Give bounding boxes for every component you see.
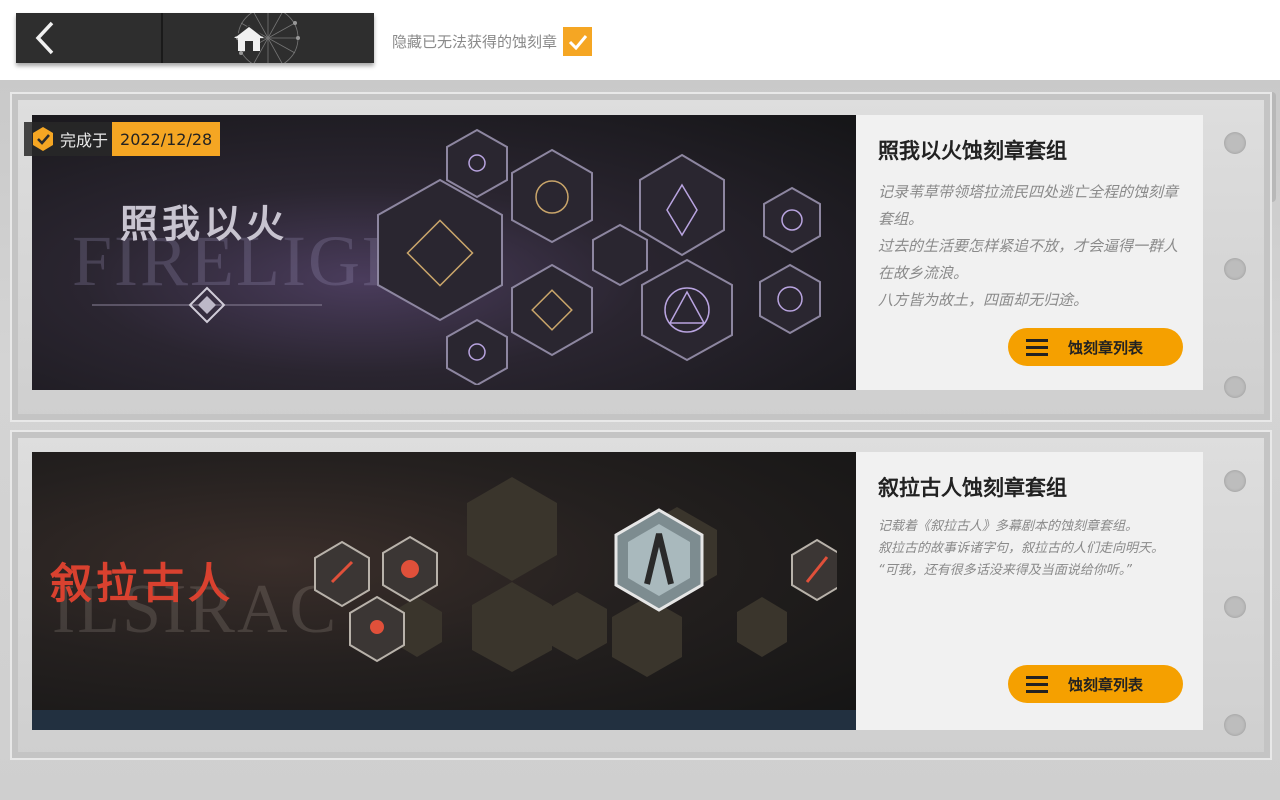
medal-set-info-partial xyxy=(856,710,1203,730)
list-icon xyxy=(1026,339,1048,356)
description-line: 过去的生活要怎样紧追不放，才会逼得一群人在故乡流浪。 xyxy=(878,237,1179,282)
description-line: 叙拉古的故事诉诸字句，叙拉古的人们走向明天。 xyxy=(878,541,1165,556)
medal-set-name: 照我以火蚀刻章套组 xyxy=(878,139,1067,163)
medal-set-description: 记录苇草带领塔拉流民四处逃亡全程的蚀刻章套组。 过去的生活要怎样紧追不放，才会逼… xyxy=(878,179,1181,314)
home-icon xyxy=(233,25,264,51)
medal-list-label: 蚀刻章列表 xyxy=(1068,675,1144,694)
description-line: “可我，还有很多话没来得及当面说给你听。” xyxy=(878,563,1132,578)
hide-unobtainable-checkbox[interactable] xyxy=(563,27,593,56)
diamond-ornament-icon xyxy=(92,286,322,324)
completed-label: 完成于 xyxy=(60,131,109,150)
back-button[interactable] xyxy=(16,13,163,63)
medal-list-label: 蚀刻章列表 xyxy=(1068,338,1144,357)
description-line: 记载着《叙拉古人》多幕剧本的蚀刻章套组。 xyxy=(878,519,1139,534)
top-bar: 隐藏已无法获得的蚀刻章 xyxy=(0,0,1280,80)
description-line: 记录苇草带领塔拉流民四处逃亡全程的蚀刻章套组。 xyxy=(878,183,1179,228)
medal-set-card[interactable]: ILSIRAC 叙拉古人 叙拉古人蚀刻章套组 记载着《叙拉古人》多幕剧本的蚀刻章… xyxy=(32,452,1203,727)
banner-title: 照我以火 xyxy=(120,201,289,246)
medal-icons xyxy=(377,128,821,385)
checkmark-icon xyxy=(568,34,587,50)
medal-icons xyxy=(314,477,837,677)
medal-set-name: 叙拉古人蚀刻章套组 xyxy=(878,476,1067,500)
medal-set-description: 记载着《叙拉古人》多幕剧本的蚀刻章套组。 叙拉古的故事诉诸字句，叙拉古的人们走向… xyxy=(878,516,1181,582)
medal-set-banner[interactable]: ILSIRAC 叙拉古人 xyxy=(32,452,856,727)
medal-set-banner[interactable]: FIRELIGHT 照我以火 xyxy=(32,115,856,390)
completed-date: 2022/12/28 xyxy=(112,122,221,156)
medal-list-button[interactable]: 蚀刻章列表 xyxy=(1008,665,1183,703)
list-icon xyxy=(1026,676,1048,693)
medal-set-info: 照我以火蚀刻章套组 记录苇草带领塔拉流民四处逃亡全程的蚀刻章套组。 过去的生活要… xyxy=(856,115,1203,390)
medal-list-button[interactable]: 蚀刻章列表 xyxy=(1008,328,1183,366)
completed-badge: 完成于 2022/12/28 xyxy=(24,122,221,156)
home-button[interactable] xyxy=(163,13,374,63)
network-decoration-icon xyxy=(236,13,300,63)
nav-bar xyxy=(16,13,374,63)
medal-set-banner-partial[interactable] xyxy=(32,710,856,730)
medal-set-card[interactable]: FIRELIGHT 照我以火 照我以火蚀刻章套组 记录苇草带领塔拉流民四处逃亡全… xyxy=(32,115,1203,390)
banner-title: 叙拉古人 xyxy=(50,559,235,608)
hide-unobtainable-label: 隐藏已无法获得的蚀刻章 xyxy=(392,33,558,51)
description-line: 八方皆为故土，四面却无归途。 xyxy=(878,291,1089,309)
medal-set-info: 叙拉古人蚀刻章套组 记载着《叙拉古人》多幕剧本的蚀刻章套组。 叙拉古的故事诉诸字… xyxy=(856,452,1203,727)
chevron-left-icon xyxy=(35,21,54,55)
hide-unobtainable-toggle[interactable]: 隐藏已无法获得的蚀刻章 xyxy=(392,27,593,56)
completed-check-icon xyxy=(33,127,53,151)
